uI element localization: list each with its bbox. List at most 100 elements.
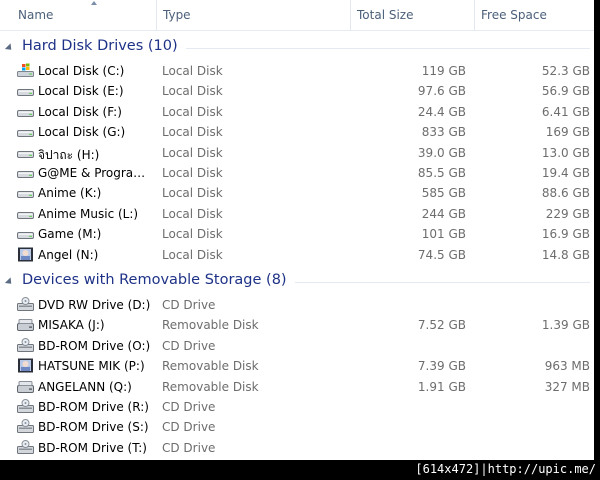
- drive-free-space: 16.9 GB: [541, 227, 590, 242]
- group-header[interactable]: Devices with Removable Storage (8): [0, 268, 594, 296]
- drive-free-space: 229 GB: [545, 206, 590, 221]
- drive-name: Angel (N:): [38, 247, 99, 262]
- hard-drive-icon: [17, 185, 34, 200]
- drive-total-size: 7.52 GB: [417, 318, 466, 333]
- drive-name: HATSUNE MIK (P:): [38, 359, 145, 374]
- drive-name: BD-ROM Drive (O:): [38, 338, 151, 353]
- group-divider: [186, 48, 590, 49]
- drive-total-size: 85.5 GB: [417, 166, 466, 180]
- column-header-name-label: Name: [18, 8, 54, 22]
- drive-type: CD Drive: [162, 420, 216, 435]
- drive-free-space: 6.41 GB: [541, 104, 590, 119]
- drive-row[interactable]: Game (M:) Local Disk 101 GB 16.9 GB: [0, 224, 594, 244]
- group-title: Devices with Removable Storage (8): [22, 272, 287, 288]
- custom-drive-icon: [17, 358, 34, 373]
- column-header-free-space[interactable]: Free Space: [474, 0, 594, 30]
- drive-total-size: 74.5 GB: [417, 247, 466, 262]
- drive-row[interactable]: Anime Music (L:) Local Disk 244 GB 229 GB: [0, 204, 594, 224]
- drive-row[interactable]: Local Disk (E:) Local Disk 97.6 GB 56.9 GB: [0, 81, 594, 101]
- drive-total-size: 1.91 GB: [417, 379, 466, 394]
- drive-free-space: 19.4 GB: [541, 166, 590, 180]
- drive-total-size: 833 GB: [421, 125, 466, 140]
- group-divider: [295, 282, 590, 283]
- drive-row[interactable]: Anime (K:) Local Disk 585 GB 88.6 GB: [0, 183, 594, 203]
- drive-name: Local Disk (E:): [38, 84, 124, 99]
- drive-type: Local Disk: [162, 104, 223, 119]
- drive-free-space: 327 MB: [544, 379, 590, 394]
- drive-total-size: 101 GB: [421, 227, 466, 242]
- drive-total-size: 39.0 GB: [417, 145, 466, 160]
- drive-name: DVD RW Drive (D:): [38, 298, 151, 312]
- drive-free-space: 52.3 GB: [541, 64, 590, 78]
- drive-type: Local Disk: [162, 227, 223, 242]
- drive-total-size: 119 GB: [421, 64, 466, 78]
- optical-drive-icon: [17, 419, 34, 434]
- optical-drive-icon: [17, 337, 34, 353]
- drive-row[interactable]: BD-ROM Drive (S:) CD Drive: [0, 417, 594, 437]
- drive-type: Local Disk: [162, 247, 223, 262]
- removable-drive-icon: [17, 317, 34, 332]
- drive-free-space: 13.0 GB: [541, 145, 590, 160]
- drive-row[interactable]: Local Disk (G:) Local Disk 833 GB 169 GB: [0, 122, 594, 142]
- drive-name: MISAKA (J:): [38, 318, 105, 333]
- drive-name: Game (M:): [38, 227, 102, 242]
- drive-name: Anime Music (L:): [38, 206, 139, 221]
- hard-drive-icon: [17, 124, 34, 139]
- drive-row[interactable]: Angel (N:) Local Disk 74.5 GB 14.8 GB: [0, 245, 594, 265]
- drive-free-space: 169 GB: [545, 125, 590, 140]
- drive-type: Removable Disk: [162, 379, 259, 394]
- sort-ascending-icon: [91, 1, 97, 5]
- watermark-text: [614x472]|http://upic.me/: [415, 462, 596, 476]
- drive-type: Local Disk: [162, 84, 223, 99]
- drive-free-space: 88.6 GB: [541, 186, 590, 201]
- hard-drive-icon: [17, 165, 34, 180]
- column-header-total-size[interactable]: Total Size: [350, 0, 474, 30]
- column-header-bar: Name Type Total Size Free Space: [0, 0, 594, 31]
- drive-type: CD Drive: [162, 400, 216, 414]
- windows-drive-icon: [17, 63, 34, 78]
- drive-row[interactable]: Local Disk (C:) Local Disk 119 GB 52.3 GB: [0, 61, 594, 81]
- column-header-type-label: Type: [163, 8, 191, 22]
- column-header-name[interactable]: Name: [12, 0, 156, 30]
- removable-drive-icon: [17, 379, 34, 394]
- group-collapse-chevron-icon[interactable]: [4, 277, 15, 287]
- column-header-type[interactable]: Type: [156, 0, 350, 30]
- drive-type: Local Disk: [162, 166, 223, 180]
- drive-total-size: 585 GB: [421, 186, 466, 201]
- group-title: Hard Disk Drives (10): [22, 38, 178, 54]
- drive-total-size: 24.4 GB: [417, 104, 466, 119]
- drive-row[interactable]: G@ME & Progra… Local Disk 85.5 GB 19.4 GB: [0, 163, 594, 183]
- drive-row[interactable]: จิปาถะ (H:) Local Disk 39.0 GB 13.0 GB: [0, 143, 594, 163]
- drive-name: G@ME & Progra…: [38, 166, 146, 180]
- drive-row[interactable]: DVD RW Drive (D:) CD Drive: [0, 295, 594, 315]
- drive-row[interactable]: Local Disk (F:) Local Disk 24.4 GB 6.41 GB: [0, 102, 594, 122]
- drive-row[interactable]: HATSUNE MIK (P:) Removable Disk 7.39 GB 963…: [0, 356, 594, 376]
- drive-name: จิปาถะ (H:): [38, 147, 100, 162]
- drive-name: BD-ROM Drive (S:): [38, 420, 149, 435]
- drive-type: Local Disk: [162, 186, 223, 201]
- drive-free-space: 56.9 GB: [541, 84, 590, 99]
- drive-name: Anime (K:): [38, 186, 102, 201]
- drive-name: Local Disk (C:): [38, 64, 125, 78]
- drive-name: BD-ROM Drive (T:): [38, 440, 147, 455]
- drive-type: Local Disk: [162, 145, 223, 160]
- drive-row[interactable]: BD-ROM Drive (T:) CD Drive: [0, 438, 594, 458]
- column-header-total-size-label: Total Size: [357, 8, 414, 22]
- drive-total-size: 244 GB: [421, 206, 466, 221]
- drive-row[interactable]: MISAKA (J:) Removable Disk 7.52 GB 1.39 GB: [0, 315, 594, 335]
- drive-row[interactable]: BD-ROM Drive (O:) CD Drive: [0, 336, 594, 356]
- drive-type: Removable Disk: [162, 318, 259, 333]
- group-header[interactable]: Hard Disk Drives (10): [0, 34, 594, 62]
- drive-name: Local Disk (G:): [38, 125, 126, 140]
- optical-drive-icon: [17, 439, 34, 455]
- column-header-free-space-label: Free Space: [481, 8, 547, 22]
- drive-total-size: 7.39 GB: [417, 359, 466, 374]
- drive-type: CD Drive: [162, 298, 216, 312]
- drive-row[interactable]: BD-ROM Drive (R:) CD Drive: [0, 397, 594, 417]
- group-collapse-chevron-icon[interactable]: [4, 43, 15, 53]
- hard-drive-icon: [17, 104, 34, 119]
- drive-type: CD Drive: [162, 338, 216, 353]
- drive-name: BD-ROM Drive (R:): [38, 400, 149, 414]
- drive-row[interactable]: ANGELANN (Q:) Removable Disk 1.91 GB 327 MB: [0, 377, 594, 397]
- drive-name: Local Disk (F:): [38, 104, 122, 119]
